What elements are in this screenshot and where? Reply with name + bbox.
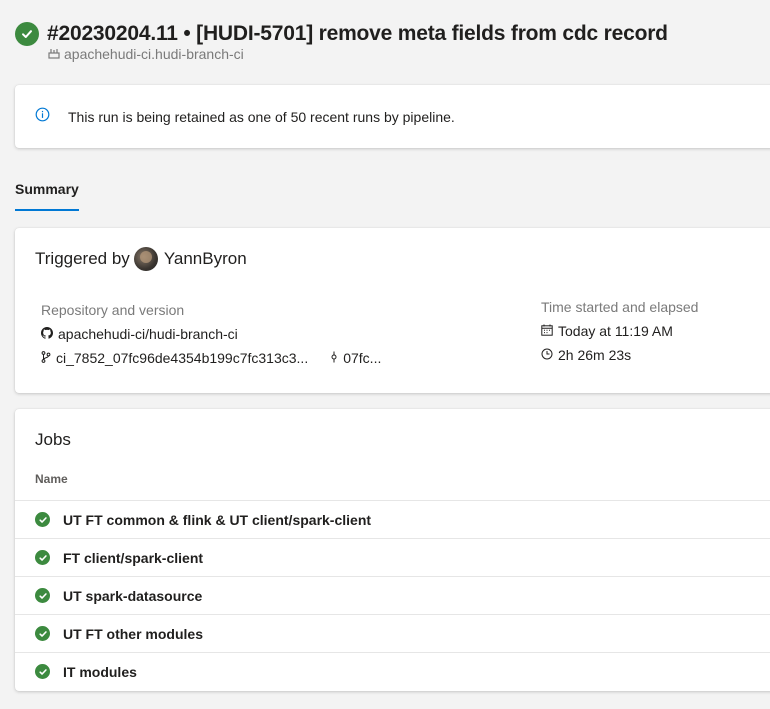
summary-card: Triggered by YannByron Repository and ve…	[15, 228, 770, 393]
jobs-list: UT FT common & flink & UT client/spark-c…	[15, 500, 770, 690]
jobs-card: Jobs Name UT FT common & flink & UT clie…	[15, 409, 770, 691]
job-name: UT FT other modules	[63, 625, 203, 642]
elapsed-time: 2h 26m 23s	[558, 347, 632, 363]
started-time: Today at 11:19 AM	[558, 323, 673, 339]
success-check-icon	[35, 626, 50, 641]
pipeline-name: apachehudi-ci.hudi-branch-ci	[64, 46, 244, 62]
repository-name: apachehudi-ci/hudi-branch-ci	[58, 326, 238, 342]
table-row[interactable]: UT FT common & flink & UT client/spark-c…	[15, 500, 770, 538]
success-check-icon	[35, 512, 50, 527]
github-icon	[41, 326, 58, 342]
repository-label: Repository and version	[41, 302, 185, 318]
table-row[interactable]: UT FT other modules	[15, 614, 770, 652]
calendar-icon	[541, 323, 558, 339]
success-check-icon	[15, 22, 39, 46]
table-row[interactable]: FT client/spark-client	[15, 538, 770, 576]
success-check-icon	[35, 588, 50, 603]
job-name: FT client/spark-client	[63, 549, 204, 566]
branch-icon	[41, 350, 56, 366]
job-name: UT spark-datasource	[63, 587, 203, 604]
column-header-name[interactable]: Name	[35, 472, 68, 486]
time-section: Time started and elapsed Today at 11:19 …	[541, 299, 698, 363]
run-title: #20230204.11 • [HUDI-5701] remove meta f…	[47, 22, 668, 45]
triggered-by-user[interactable]: YannByron	[164, 249, 247, 269]
repository-section: Repository and version apachehudi-ci/hud…	[41, 302, 381, 366]
run-header: #20230204.11 • [HUDI-5701] remove meta f…	[15, 22, 770, 62]
success-check-icon	[35, 550, 50, 565]
version-row: ci_7852_07fc96de4354b199c7fc313c3... 07f…	[41, 350, 381, 366]
banner-text: This run is being retained as one of 50 …	[68, 108, 455, 125]
time-label: Time started and elapsed	[541, 299, 699, 315]
triggered-by-label: Triggered by	[35, 249, 130, 268]
table-row[interactable]: IT modules	[15, 652, 770, 690]
avatar	[133, 247, 158, 271]
success-check-icon	[35, 664, 50, 679]
repository-link[interactable]: apachehudi-ci/hudi-branch-ci	[41, 326, 381, 342]
job-name: IT modules	[63, 663, 137, 680]
elapsed-row: 2h 26m 23s	[541, 347, 698, 363]
commit-icon	[330, 350, 343, 366]
tab-selected-indicator	[15, 209, 79, 211]
retention-banner: This run is being retained as one of 50 …	[15, 85, 770, 148]
branch-name[interactable]: ci_7852_07fc96de4354b199c7fc313c3...	[56, 350, 308, 366]
title-row: #20230204.11 • [HUDI-5701] remove meta f…	[15, 22, 770, 46]
pipeline-icon	[48, 46, 64, 62]
commit-id: 07fc...	[343, 350, 382, 366]
clock-icon	[541, 347, 558, 363]
pipeline-link[interactable]: apachehudi-ci.hudi-branch-ci	[48, 46, 770, 62]
job-name: UT FT common & flink & UT client/spark-c…	[63, 511, 372, 528]
triggered-by: Triggered by YannByron	[35, 247, 247, 271]
commit-link[interactable]: 07fc...	[330, 350, 381, 366]
table-row[interactable]: UT spark-datasource	[15, 576, 770, 614]
info-icon	[35, 107, 50, 127]
started-row: Today at 11:19 AM	[541, 323, 698, 339]
tab-summary[interactable]: Summary	[15, 181, 79, 197]
jobs-title: Jobs	[35, 430, 71, 449]
